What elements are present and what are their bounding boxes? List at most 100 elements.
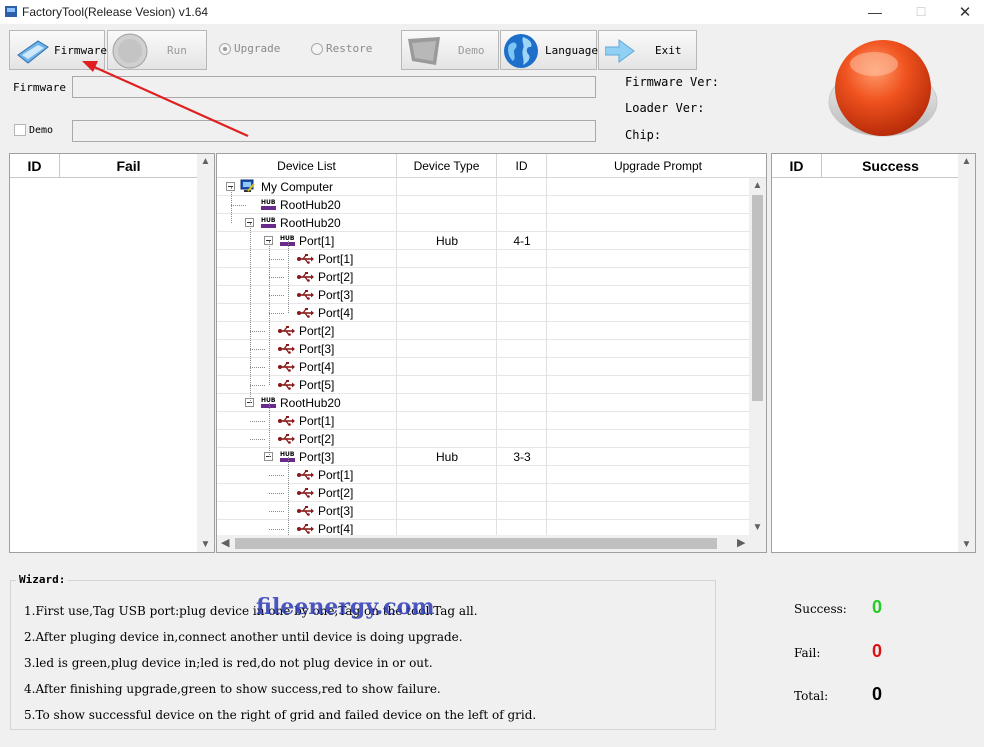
scroll-up-icon[interactable]: ▲	[197, 156, 214, 167]
tree-row[interactable]: Port[2]	[217, 430, 750, 448]
tree-row[interactable]: HUB Port[3] Hub 3-3	[217, 448, 750, 466]
fail-col-name[interactable]: Fail	[60, 154, 198, 178]
window-title: FactoryTool(Release Vesion) v1.64	[22, 5, 209, 19]
title-bar: FactoryTool(Release Vesion) v1.64 — ☐ ✕	[0, 0, 984, 24]
tree-node-label[interactable]: Port[1]	[299, 232, 334, 250]
device-id-cell	[497, 286, 547, 304]
tree-row[interactable]: Port[5]	[217, 376, 750, 394]
close-button[interactable]: ✕	[942, 0, 984, 24]
device-type-cell	[397, 430, 497, 448]
tree-node-label[interactable]: Port[2]	[299, 322, 334, 340]
usb-icon	[297, 488, 314, 498]
usb-icon	[297, 308, 314, 318]
tree-node-label[interactable]: RootHub20	[280, 196, 341, 214]
tree-row[interactable]: HUB RootHub20	[217, 196, 750, 214]
svg-text:HUB: HUB	[261, 199, 276, 206]
tree-row[interactable]: My Computer	[217, 178, 750, 196]
tree-node-label[interactable]: Port[2]	[318, 484, 353, 502]
usb-icon	[297, 506, 314, 516]
computer-icon	[240, 179, 255, 192]
scroll-up-icon[interactable]: ▲	[958, 156, 975, 167]
tree-row[interactable]: Port[2]	[217, 484, 750, 502]
tree-node-label[interactable]: Port[5]	[299, 376, 334, 394]
usb-icon	[297, 524, 314, 534]
device-type-cell	[397, 340, 497, 358]
scroll-down-icon[interactable]: ▼	[197, 539, 214, 550]
minimize-button[interactable]: —	[852, 0, 898, 24]
device-id-cell	[497, 466, 547, 484]
tree-node-label[interactable]: Port[3]	[318, 502, 353, 520]
success-col-id[interactable]: ID	[772, 154, 822, 178]
demo-checkbox[interactable]	[14, 124, 26, 136]
demo-label: Demo	[458, 44, 485, 57]
device-type-cell	[397, 268, 497, 286]
scroll-thumb[interactable]	[752, 195, 763, 401]
wizard-line-5: 5.To show successful device on the right…	[24, 708, 537, 722]
tree-node-label[interactable]: RootHub20	[280, 214, 341, 232]
success-count: 0	[872, 597, 883, 617]
usb-icon	[297, 272, 314, 282]
scroll-down-icon[interactable]: ▼	[749, 522, 766, 533]
scroll-down-icon[interactable]: ▼	[958, 539, 975, 550]
col-id[interactable]: ID	[497, 154, 547, 178]
usb-icon	[297, 470, 314, 480]
success-grid[interactable]: ID Success ▲ ▼	[771, 153, 976, 553]
tree-row[interactable]: Port[3]	[217, 340, 750, 358]
fail-grid[interactable]: ID Fail ▲ ▼	[9, 153, 215, 553]
demo-button[interactable]: Demo	[401, 30, 499, 70]
tree-row[interactable]: Port[1]	[217, 466, 750, 484]
device-type-cell	[397, 358, 497, 376]
tree-row[interactable]: Port[1]	[217, 250, 750, 268]
arrow-right-icon	[605, 39, 635, 63]
restore-radio[interactable]: Restore	[311, 42, 372, 55]
maximize-button[interactable]: ☐	[898, 0, 944, 24]
fail-count-label: Fail:	[794, 646, 821, 660]
device-list-vscrollbar[interactable]: ▲ ▼	[749, 178, 766, 535]
tree-row[interactable]: Port[3]	[217, 502, 750, 520]
tree-node-label[interactable]: Port[3]	[318, 286, 353, 304]
tree-row[interactable]: HUB Port[1] Hub 4-1	[217, 232, 750, 250]
tree-row[interactable]: Port[4]	[217, 304, 750, 322]
tree-node-label[interactable]: Port[3]	[299, 340, 334, 358]
tree-row[interactable]: HUB RootHub20	[217, 394, 750, 412]
scroll-thumb-h[interactable]	[235, 538, 717, 549]
device-tree: My Computer HUB RootHub20 HUB RootHub20 HUB Po…	[217, 178, 750, 538]
status-led-button[interactable]	[826, 36, 940, 140]
tree-node-label[interactable]: Port[4]	[318, 304, 353, 322]
fail-scrollbar[interactable]: ▲ ▼	[197, 154, 214, 552]
total-count: 0	[872, 684, 883, 704]
language-button[interactable]: Language	[500, 30, 598, 70]
tree-node-label[interactable]: Port[2]	[299, 430, 334, 448]
tree-node-label[interactable]: My Computer	[261, 178, 333, 196]
tree-node-label[interactable]: Port[1]	[318, 250, 353, 268]
upgrade-radio[interactable]: Upgrade	[219, 42, 280, 55]
fail-col-id[interactable]: ID	[10, 154, 60, 178]
success-count-label: Success:	[794, 602, 847, 616]
tree-row[interactable]: HUB RootHub20	[217, 214, 750, 232]
tree-node-label[interactable]: Port[1]	[299, 412, 334, 430]
tree-node-label[interactable]: Port[1]	[318, 466, 353, 484]
tree-row[interactable]: Port[1]	[217, 412, 750, 430]
tree-row[interactable]: Port[2]	[217, 322, 750, 340]
tree-node-label[interactable]: Port[3]	[299, 448, 334, 466]
tree-row[interactable]: Port[3]	[217, 286, 750, 304]
tree-node-label[interactable]: Port[2]	[318, 268, 353, 286]
success-col-name[interactable]: Success	[822, 154, 960, 178]
scroll-left-icon[interactable]: ◀	[221, 536, 229, 549]
tree-node-label[interactable]: RootHub20	[280, 394, 341, 412]
col-upgrade-prompt[interactable]: Upgrade Prompt	[547, 154, 766, 178]
success-scrollbar[interactable]: ▲ ▼	[958, 154, 975, 552]
scroll-right-icon[interactable]: ▶	[737, 536, 745, 549]
tree-row[interactable]: Port[4]	[217, 358, 750, 376]
col-device-type[interactable]: Device Type	[397, 154, 497, 178]
device-list-grid[interactable]: Device List Device Type ID Upgrade Promp…	[216, 153, 767, 553]
tree-node-label[interactable]: Port[4]	[299, 358, 334, 376]
col-device-list[interactable]: Device List	[217, 154, 397, 178]
device-type-cell	[397, 376, 497, 394]
device-type-cell	[397, 502, 497, 520]
device-list-hscrollbar[interactable]: ◀ ▶	[217, 535, 766, 552]
tree-row[interactable]: Port[2]	[217, 268, 750, 286]
scroll-up-icon[interactable]: ▲	[749, 180, 766, 191]
device-id-cell	[497, 394, 547, 412]
exit-button[interactable]: Exit	[598, 30, 697, 70]
